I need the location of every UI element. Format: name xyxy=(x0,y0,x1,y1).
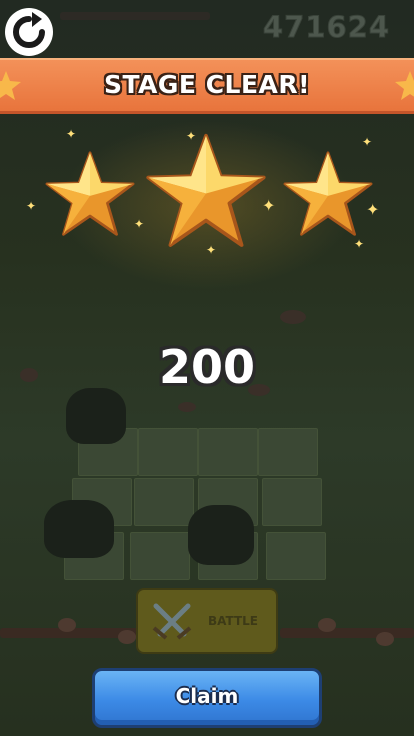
board-tile xyxy=(266,532,326,580)
rock xyxy=(178,402,196,412)
sparkle-icon: ✦ xyxy=(366,200,380,219)
sparkle-icon: ✦ xyxy=(134,217,145,231)
sparkle-icon: ✦ xyxy=(262,196,276,215)
battle-label: BATTLE xyxy=(208,614,258,628)
sparkle-icon: ✦ xyxy=(206,243,217,257)
fence-post xyxy=(118,630,136,644)
sparkle-icon: ✦ xyxy=(362,135,373,149)
claim-button[interactable]: Claim xyxy=(92,668,322,728)
star-icon xyxy=(283,151,373,236)
hero-unit xyxy=(188,505,254,565)
sparkle-icon: ✦ xyxy=(186,129,197,143)
star-icon xyxy=(45,151,135,236)
stage-clear-banner: STAGE CLEAR! xyxy=(0,58,414,114)
fence-post xyxy=(58,618,76,632)
sparkle-icon: ✦ xyxy=(66,127,77,141)
sparkle-icon: ✦ xyxy=(354,237,365,251)
star-icon xyxy=(146,133,266,247)
refresh-button[interactable] xyxy=(2,5,56,59)
rock xyxy=(280,310,306,324)
fence xyxy=(60,12,210,20)
board-tile xyxy=(134,478,194,526)
score-counter: 471624 xyxy=(262,10,390,45)
banner-title: STAGE CLEAR! xyxy=(103,70,311,99)
board-tile xyxy=(258,428,318,476)
board-tile xyxy=(198,428,258,476)
fence-post xyxy=(376,632,394,646)
board-tile xyxy=(138,428,198,476)
refresh-icon xyxy=(5,8,53,56)
battle-button: BATTLE xyxy=(136,588,278,654)
star-rating: ✦ ✦ ✦ ✦ ✦ ✦ ✦ ✦ ✦ xyxy=(0,128,414,258)
claim-label: Claim xyxy=(175,684,239,708)
enemy-unit xyxy=(66,388,126,444)
crossed-swords-icon xyxy=(152,603,192,640)
reward-amount: 200 xyxy=(158,340,256,394)
sparkle-icon: ✦ xyxy=(26,199,37,213)
board-tile xyxy=(130,532,190,580)
fence xyxy=(280,628,414,638)
fence-post xyxy=(318,618,336,632)
board-tile xyxy=(262,478,322,526)
enemy-unit xyxy=(44,500,114,558)
